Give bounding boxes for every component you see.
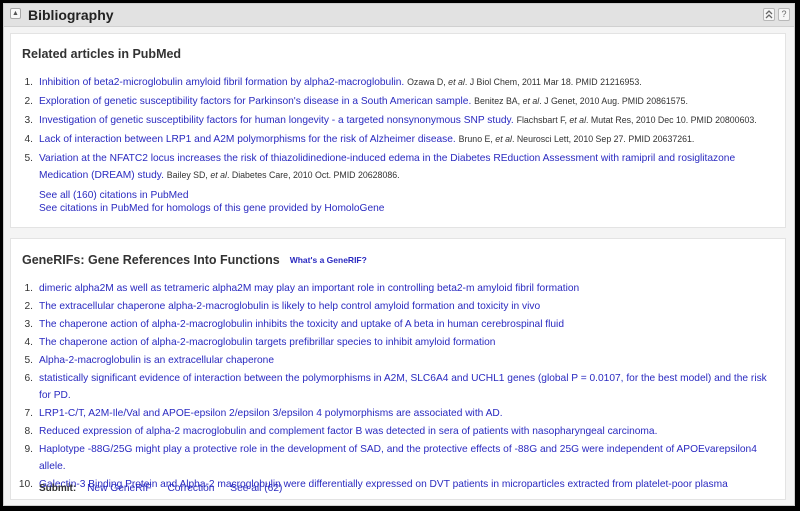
double-chevron-up-icon[interactable] [763,8,775,21]
citation-etal: et al [210,170,227,180]
correction-link[interactable]: Correction [167,483,214,494]
new-generif-link[interactable]: New GeneRIF [87,483,152,494]
citation-etal: et al [522,96,540,106]
item-number: 5. [24,355,34,366]
generif-link[interactable]: Haplotype -88G/25G might play a protecti… [39,444,757,472]
generif-item: 4. The chaperone action of alpha-2-macrog… [11,334,785,351]
submit-bar: Submit: New GeneRIF Correction See all (… [39,483,295,494]
article-title-link[interactable]: Inhibition of beta2-microglobulin amyloi… [39,77,404,88]
generif-link[interactable]: Alpha-2-macroglobulin is an extracellula… [39,355,274,366]
generif-item: 5. Alpha-2-macroglobulin is an extracellu… [11,352,785,369]
citation-details: . Mutat Res, 2010 Dec 10. PMID 20800603. [586,115,757,125]
citation-author: Bailey SD, [166,170,208,180]
citation-etal: et al [448,77,465,87]
item-number: 3. [24,115,34,126]
pubmed-heading: Related articles in PubMed [22,47,182,61]
generif-link[interactable]: The chaperone action of alpha-2-macroglo… [39,337,495,348]
generif-link[interactable]: Reduced expression of alpha-2 macroglobu… [39,426,657,437]
item-number: 9. [24,444,34,455]
citation-etal: et al [495,134,512,144]
pubmed-article-item: 1. Inhibition of beta2-microglobulin amyl… [11,74,785,91]
article-citation: Benitez BA, et al. J Genet, 2010 Aug. PM… [474,96,688,106]
item-number: 4. [24,134,34,145]
generifs-list: 1. dimeric alpha2M as well as tetrameric … [11,280,785,494]
item-number: 2. [24,96,34,107]
item-number: 1. [24,283,34,294]
generifs-heading: GeneRIFs: Gene References Into Functions… [22,253,367,267]
pubmed-article-item: 5. Variation at the NFATC2 locus increase… [11,150,785,184]
citation-details: . Diabetes Care, 2010 Oct. PMID 20628086… [226,170,400,180]
item-number: 7. [24,408,34,419]
pubmed-list: 1. Inhibition of beta2-microglobulin amyl… [11,74,785,186]
item-number: 5. [24,153,34,164]
citation-etal: et al [569,115,587,125]
submit-label: Submit: [39,483,77,494]
collapse-triangle-icon[interactable]: ▲ [10,8,21,19]
citation-details: . J Genet, 2010 Aug. PMID 20861575. [539,96,688,106]
item-number: 8. [24,426,34,437]
generif-link[interactable]: dimeric alpha2M as well as tetrameric al… [39,283,579,294]
article-citation: Ozawa D, et al. J Biol Chem, 2011 Mar 18… [407,77,642,87]
section-title: Bibliography [28,7,114,23]
pubmed-article-item: 4. Lack of interaction between LRP1 and A… [11,131,785,148]
citation-details: . J Biol Chem, 2011 Mar 18. PMID 2121695… [464,77,642,87]
item-number: 4. [24,337,34,348]
see-all-generifs-link[interactable]: See all (62) [230,483,282,494]
generif-item: 6. statistically significant evidence of … [11,370,785,404]
item-number: 2. [24,301,34,312]
homologene-citations-link[interactable]: See citations in PubMed for homologs of … [39,202,384,215]
generif-item: 8. Reduced expression of alpha-2 macroglo… [11,423,785,440]
citation-author: Bruno E, [458,134,493,144]
citation-details: . Neurosci Lett, 2010 Sep 27. PMID 20637… [511,134,695,144]
item-number: 1. [24,77,34,88]
chevrons-svg [765,10,773,19]
generif-link[interactable]: The extracellular chaperone alpha-2-macr… [39,301,540,312]
item-number: 3. [24,319,34,330]
article-citation: Bailey SD, et al. Diabetes Care, 2010 Oc… [167,170,400,180]
article-citation: Flachsbart F, et al. Mutat Res, 2010 Dec… [517,115,757,125]
generif-item: 1. dimeric alpha2M as well as tetrameric … [11,280,785,297]
generif-item: 9. Haplotype -88G/25G might play a protec… [11,441,785,475]
generif-item: 3. The chaperone action of alpha-2-macrog… [11,316,785,333]
whats-a-generif-link[interactable]: What's a GeneRIF? [290,255,367,265]
item-number: 6. [24,373,34,384]
generif-item: 2. The extracellular chaperone alpha-2-ma… [11,298,785,315]
generif-link[interactable]: The chaperone action of alpha-2-macroglo… [39,319,564,330]
generifs-panel: GeneRIFs: Gene References Into Functions… [10,238,786,500]
section-header: ▲ Bibliography ? [4,4,794,27]
item-number: 10. [18,479,33,490]
pubmed-panel: Related articles in PubMed 1. Inhibition … [10,33,786,228]
generif-item: 7. LRP1-C/T, A2M-Ile/Val and APOE-epsilon… [11,405,785,422]
generifs-heading-text: GeneRIFs: Gene References Into Functions [22,253,280,267]
article-title-link[interactable]: Lack of interaction between LRP1 and A2M… [39,134,456,145]
bibliography-section: ▲ Bibliography ? Related articles in Pub… [3,3,795,506]
generif-link[interactable]: LRP1-C/T, A2M-Ile/Val and APOE-epsilon 2… [39,408,503,419]
generif-link[interactable]: statistically significant evidence of in… [39,373,767,401]
citation-author: Benitez BA, [474,96,521,106]
see-all-citations-link[interactable]: See all (160) citations in PubMed [39,189,384,202]
citation-author: Ozawa D, [407,77,446,87]
article-title-link[interactable]: Investigation of genetic susceptibility … [39,115,514,126]
article-citation: Bruno E, et al. Neurosci Lett, 2010 Sep … [459,134,695,144]
question-mark-icon[interactable]: ? [778,8,790,21]
article-title-link[interactable]: Exploration of genetic susceptibility fa… [39,96,471,107]
pubmed-article-item: 3. Investigation of genetic susceptibilit… [11,112,785,129]
pubmed-article-item: 2. Exploration of genetic susceptibility … [11,93,785,110]
citation-author: Flachsbart F, [516,115,567,125]
pubmed-links: See all (160) citations in PubMed See ci… [39,189,384,215]
